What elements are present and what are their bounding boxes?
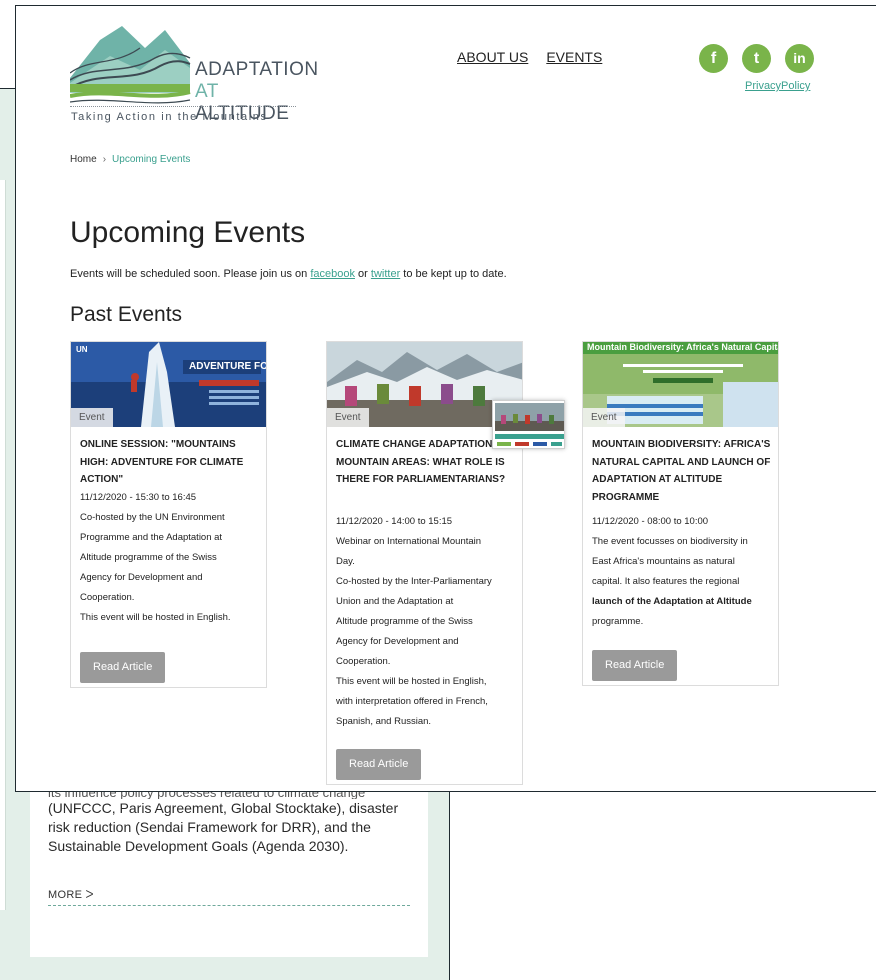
nav-events[interactable]: EVENTS: [546, 49, 602, 65]
event-badge: Event: [583, 408, 625, 427]
linkedin-icon[interactable]: in: [785, 44, 814, 73]
breadcrumb: Home › Upcoming Events: [70, 154, 190, 165]
event-line: This event will be hosted in English,: [336, 676, 487, 687]
read-article-button[interactable]: Read Article: [80, 652, 166, 683]
event-line-bold-text: launch of the Adaptation at Altitude: [592, 596, 752, 607]
intro-before: Events will be scheduled soon. Please jo…: [70, 268, 311, 280]
event-card: ADVENTURE FOR CLIMATE ACTION UN Event ON…: [70, 341, 267, 688]
background-paragraph: (UNFCCC, Paris Agreement, Global Stockta…: [48, 800, 399, 854]
read-article-button[interactable]: Read Article: [336, 749, 422, 780]
event-details: 11/12/2020 - 15:30 to 16:45 Co-hosted by…: [80, 488, 262, 628]
event-line: Day.: [336, 556, 355, 567]
event-line: East Africa's mountains as natural: [592, 556, 735, 567]
event-thumbnail[interactable]: Mountain Biodiversity: Africa's Natural …: [583, 342, 778, 427]
privacy-policy-link[interactable]: PrivacyPolicy: [745, 80, 810, 92]
logo-word-adaptation: ADAPTATION: [195, 59, 319, 80]
event-date: 11/12/2020 - 14:00 to 15:15: [336, 516, 453, 527]
twitter-icon[interactable]: t: [742, 44, 771, 73]
facebook-icon[interactable]: f: [699, 44, 728, 73]
breadcrumb-separator: ›: [102, 154, 107, 165]
event-line: Cooperation.: [336, 656, 391, 667]
event-line: The event focusses on biodiversity in: [592, 536, 748, 547]
preview-image: [493, 401, 564, 448]
logo-divider: [70, 106, 296, 107]
event-line: Altitude programme of the Swiss: [336, 616, 473, 627]
event-line: Webinar on International Mountain: [336, 536, 482, 547]
event-date: 11/12/2020 - 08:00 to 10:00: [592, 516, 709, 527]
event-line: Spanish, and Russian.: [336, 716, 432, 727]
more-link[interactable]: MORE ᐳ: [48, 888, 410, 906]
background-card: its influence policy processes related t…: [30, 785, 428, 957]
website-window: ADAPTATION AT ALTITUDE Taking Action in …: [15, 5, 876, 792]
event-badge: Event: [71, 408, 113, 427]
twitter-link[interactable]: twitter: [371, 268, 400, 280]
event-line: Agency for Development and: [80, 572, 203, 583]
event-details: 11/12/2020 - 08:00 to 10:00 The event fo…: [592, 512, 774, 632]
thumbnail-caption: Mountain Biodiversity: Africa's Natural …: [587, 342, 778, 352]
intro-after: to be kept up to date.: [400, 268, 507, 280]
read-article-button[interactable]: Read Article: [592, 650, 678, 681]
un-logo: UN: [76, 345, 88, 354]
event-title[interactable]: ONLINE SESSION: "MOUNTAINS HIGH: ADVENTU…: [80, 436, 260, 489]
event-title[interactable]: MOUNTAIN BIODIVERSITY: AFRICA'S NATURAL …: [592, 436, 772, 506]
event-line: programme.: [592, 616, 644, 627]
event-line: Agency for Development and: [336, 636, 459, 647]
event-date: 11/12/2020 - 15:30 to 16:45: [80, 492, 197, 503]
breadcrumb-current: Upcoming Events: [112, 154, 191, 165]
event-line: with interpretation offered in French,: [336, 696, 488, 707]
logo-word-at: AT: [195, 81, 219, 102]
event-thumbnail[interactable]: ADVENTURE FOR CLIMATE ACTION UN Event: [71, 342, 266, 427]
nav-about-us[interactable]: ABOUT US: [457, 49, 528, 65]
event-line: capital. It also features the regional: [592, 576, 740, 587]
background-frame-edge: [0, 88, 16, 89]
event-line: Union and the Adaptation at: [336, 596, 454, 607]
main-nav: ABOUT US EVENTS: [457, 49, 620, 65]
logo-tagline: Taking Action in the Mountains: [71, 111, 268, 123]
facebook-link[interactable]: facebook: [310, 268, 355, 280]
page-title: Upcoming Events: [70, 216, 306, 249]
event-line: Cooperation.: [80, 592, 135, 603]
event-details: 11/12/2020 - 14:00 to 15:15 Webinar on I…: [336, 512, 518, 732]
breadcrumb-home[interactable]: Home: [70, 154, 97, 165]
event-line: This event will be hosted in English.: [80, 612, 231, 623]
stage: its influence policy processes related t…: [0, 0, 876, 980]
event-line: Programme and the Adaptation at: [80, 532, 223, 543]
event-line-bold: launch of the Adaptation at Altitude: [592, 592, 774, 612]
thumbnail-caption: ADVENTURE FOR CLIMATE ACTION: [189, 361, 266, 372]
event-line: Altitude programme of the Swiss: [80, 552, 217, 563]
drag-preview-thumbnail[interactable]: [492, 400, 565, 449]
intro-mid: or: [354, 268, 371, 280]
event-line: Co-hosted by the Inter-Parliamentary: [336, 576, 492, 587]
past-events-heading: Past Events: [70, 303, 183, 326]
background-sidebar-edge: [0, 180, 6, 910]
event-title[interactable]: CLIMATE CHANGE ADAPTATION IN MOUNTAIN AR…: [336, 436, 516, 489]
event-line: Co-hosted by the UN Environment: [80, 512, 225, 523]
event-badge: Event: [327, 408, 369, 427]
event-card: Mountain Biodiversity: Africa's Natural …: [582, 341, 779, 686]
site-logo[interactable]: ADAPTATION AT ALTITUDE Taking Action in …: [70, 18, 319, 128]
intro-text: Events will be scheduled soon. Please jo…: [70, 268, 507, 280]
